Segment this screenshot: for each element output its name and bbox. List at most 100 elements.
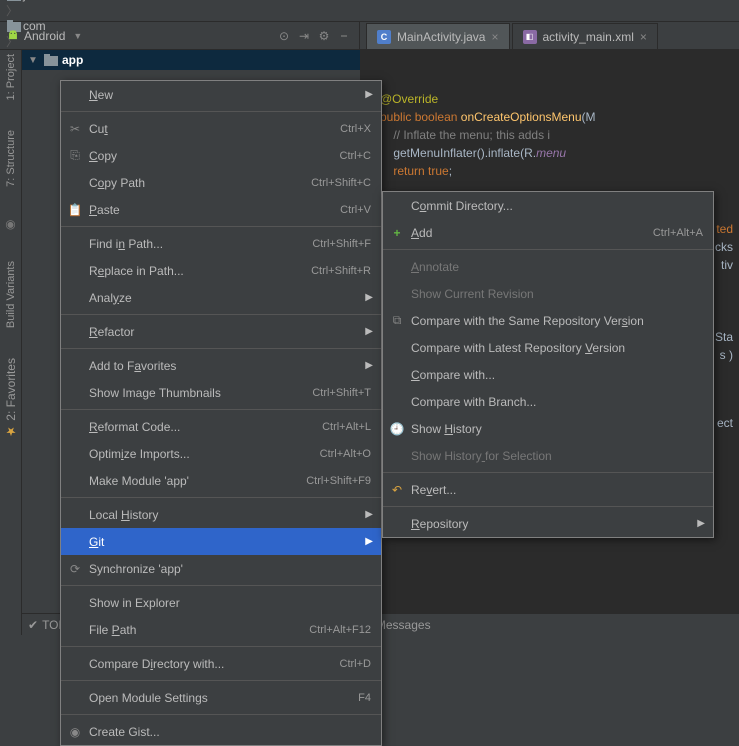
diff-icon: ⧉: [389, 313, 405, 328]
menu-item-label: Analyze: [89, 291, 371, 305]
menu-item-show-current-revision: Show Current Revision: [383, 280, 713, 307]
git-submenu[interactable]: Commit Directory...+AddCtrl+Alt+A Annotat…: [382, 191, 714, 538]
close-icon[interactable]: ×: [640, 30, 647, 44]
menu-item-label: New: [89, 88, 371, 102]
dropdown-arrow-icon: ▼: [69, 31, 82, 41]
menu-separator: [383, 249, 713, 250]
menu-item-add[interactable]: +AddCtrl+Alt+A: [383, 219, 713, 246]
menu-shortcut: Ctrl+Alt+F12: [309, 624, 371, 636]
cut-icon: ✂: [67, 122, 83, 136]
menu-item-label: Compare Directory with...: [89, 657, 340, 671]
submenu-arrow-icon: ▶: [365, 292, 373, 303]
menu-separator: [61, 409, 381, 410]
tab-label: MainActivity.java: [397, 30, 485, 44]
submenu-arrow-icon: ▶: [365, 89, 373, 100]
menu-item-label: Create Gist...: [89, 725, 371, 739]
menu-separator: [61, 348, 381, 349]
menu-item-label: Compare with Latest Repository Version: [411, 341, 703, 355]
tree-node-app[interactable]: ▼ app: [22, 50, 360, 70]
paste-icon: 📋: [67, 203, 83, 217]
menu-item-open-module-settings[interactable]: Open Module SettingsF4: [61, 684, 381, 711]
menu-item-optimize-imports[interactable]: Optimize Imports...Ctrl+Alt+O: [61, 440, 381, 467]
menu-item-label: Compare with Branch...: [411, 395, 703, 409]
menu-item-replace-in-path[interactable]: Replace in Path...Ctrl+Shift+R: [61, 257, 381, 284]
collapse-icon[interactable]: ⇥: [295, 27, 313, 45]
menu-item-analyze[interactable]: Analyze▶: [61, 284, 381, 311]
menu-item-show-history-for-selection: Show History for Selection: [383, 442, 713, 469]
menu-item-compare-with-latest-repository-version[interactable]: Compare with Latest Repository Version: [383, 334, 713, 361]
rail-structure[interactable]: 7: Structure: [5, 130, 17, 187]
hide-icon[interactable]: ⎯: [335, 27, 353, 45]
project-view-selector[interactable]: Android ▼: [6, 29, 82, 43]
menu-shortcut: Ctrl+Alt+O: [320, 448, 371, 460]
settings-gear-icon[interactable]: ⚙: [315, 27, 333, 45]
submenu-arrow-icon: ▶: [365, 360, 373, 371]
menu-item-label: Revert...: [411, 483, 703, 497]
menu-item-show-image-thumbnails[interactable]: Show Image ThumbnailsCtrl+Shift+T: [61, 379, 381, 406]
close-icon[interactable]: ×: [491, 30, 498, 44]
menu-item-file-path[interactable]: File PathCtrl+Alt+F12: [61, 616, 381, 643]
menu-item-create-gist[interactable]: ◉Create Gist...: [61, 718, 381, 745]
menu-shortcut: Ctrl+Shift+F: [312, 238, 371, 250]
menu-item-add-to-favorites[interactable]: Add to Favorites▶: [61, 352, 381, 379]
tab-label: activity_main.xml: [543, 30, 634, 44]
menu-item-label: Show History: [411, 422, 703, 436]
menu-item-reformat-code[interactable]: Reformat Code...Ctrl+Alt+L: [61, 413, 381, 440]
menu-item-copy[interactable]: ⎘CopyCtrl+C: [61, 142, 381, 169]
menu-item-find-in-path[interactable]: Find in Path...Ctrl+Shift+F: [61, 230, 381, 257]
menu-separator: [61, 714, 381, 715]
menu-item-label: Add to Favorites: [89, 359, 371, 373]
menu-separator: [61, 680, 381, 681]
menu-item-synchronize-app[interactable]: ⟳Synchronize 'app': [61, 555, 381, 582]
menu-item-compare-with-the-same-repository-version[interactable]: ⧉Compare with the Same Repository Versio…: [383, 307, 713, 334]
folder-icon: [7, 0, 21, 1]
rail-android-icon[interactable]: ◉: [5, 217, 15, 231]
project-panel-toolbar: ⊙ ⇥ ⚙ ⎯: [275, 27, 353, 45]
menu-item-local-history[interactable]: Local History▶: [61, 501, 381, 528]
menu-shortcut: Ctrl+X: [340, 123, 371, 135]
menu-item-label: Local History: [89, 508, 371, 522]
menu-item-compare-with[interactable]: Compare with...: [383, 361, 713, 388]
menu-item-label: Annotate: [411, 260, 703, 274]
rail-build-variants[interactable]: Build Variants: [5, 261, 17, 328]
rail-project[interactable]: 1: Project: [5, 54, 17, 100]
menu-item-new[interactable]: New▶: [61, 81, 381, 108]
left-tool-rail: 1: Project 7: Structure ◉ Build Variants…: [0, 50, 22, 635]
menu-item-show-in-explorer[interactable]: Show in Explorer: [61, 589, 381, 616]
history-icon: 🕘: [389, 422, 405, 436]
tab-activity-main-xml[interactable]: ◧ activity_main.xml ×: [512, 23, 658, 49]
menu-item-refactor[interactable]: Refactor▶: [61, 318, 381, 345]
submenu-arrow-icon: ▶: [697, 518, 705, 529]
menu-item-label: Compare with...: [411, 368, 703, 382]
menu-item-commit-directory[interactable]: Commit Directory...: [383, 192, 713, 219]
toolbar-row: Android ▼ ⊙ ⇥ ⚙ ⎯ C MainActivity.java × …: [0, 22, 739, 50]
revert-icon: ↶: [389, 483, 405, 497]
menu-item-git[interactable]: Git▶: [61, 528, 381, 555]
menu-item-label: Copy: [89, 149, 340, 163]
expand-arrow-icon[interactable]: ▼: [28, 55, 40, 66]
tab-main-activity[interactable]: C MainActivity.java ×: [366, 23, 510, 49]
project-view-label: Android: [24, 29, 65, 43]
menu-item-compare-directory-with[interactable]: Compare Directory with...Ctrl+D: [61, 650, 381, 677]
scroll-from-source-icon[interactable]: ⊙: [275, 27, 293, 45]
menu-item-make-module-app[interactable]: Make Module 'app'Ctrl+Shift+F9: [61, 467, 381, 494]
star-icon: ★: [4, 425, 18, 439]
menu-item-compare-with-branch[interactable]: Compare with Branch...: [383, 388, 713, 415]
menu-item-show-history[interactable]: 🕘 Show History: [383, 415, 713, 442]
menu-item-label: Show Current Revision: [411, 287, 703, 301]
menu-separator: [61, 226, 381, 227]
menu-shortcut: Ctrl+V: [340, 204, 371, 216]
menu-item-cut[interactable]: ✂CutCtrl+X: [61, 115, 381, 142]
menu-item-label: Show in Explorer: [89, 596, 371, 610]
module-icon: [44, 54, 58, 66]
rail-favorites[interactable]: ★2: Favorites: [4, 358, 18, 439]
breadcrumb-separator-icon: 〉: [4, 4, 20, 18]
editor-tabs: C MainActivity.java × ◧ activity_main.xm…: [360, 22, 739, 49]
menu-item-repository[interactable]: Repository▶: [383, 510, 713, 537]
menu-item-paste[interactable]: 📋PasteCtrl+V: [61, 196, 381, 223]
breadcrumb-item[interactable]: java: [4, 0, 90, 2]
context-menu[interactable]: New▶✂CutCtrl+X⎘CopyCtrl+CCopy PathCtrl+S…: [60, 80, 382, 746]
menu-item-revert[interactable]: ↶ Revert...: [383, 476, 713, 503]
copy-icon: ⎘: [67, 148, 83, 163]
menu-item-copy-path[interactable]: Copy PathCtrl+Shift+C: [61, 169, 381, 196]
